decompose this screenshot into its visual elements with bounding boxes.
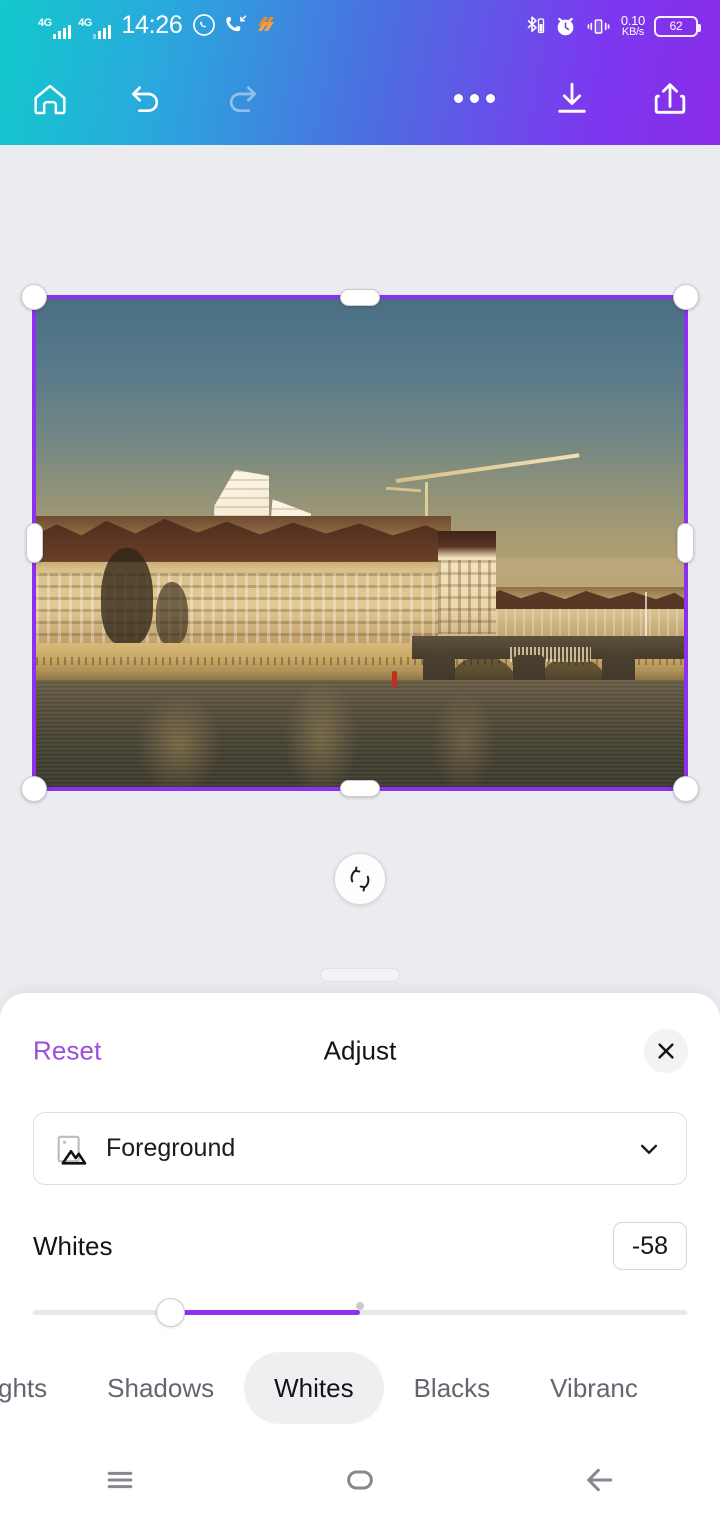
photo-flagpole xyxy=(645,591,648,636)
slider-label: Whites xyxy=(33,1230,113,1261)
share-icon xyxy=(654,82,686,114)
back-nav-button[interactable] xyxy=(480,1440,720,1520)
photo-tree xyxy=(155,582,189,646)
tool-tab-blacks[interactable]: Blacks xyxy=(384,1352,521,1424)
editor-canvas[interactable] xyxy=(0,145,720,993)
missed-call-icon xyxy=(226,15,247,32)
home-button[interactable] xyxy=(22,71,78,127)
tool-tab-whites[interactable]: Whites xyxy=(244,1352,384,1424)
tool-tab-vibrance[interactable]: Vibranc xyxy=(520,1352,668,1424)
editor-toolbar-right xyxy=(446,71,720,127)
sim2-network-label: 4G xyxy=(78,17,92,29)
home-circle-icon xyxy=(347,1470,373,1490)
bluetooth-icon xyxy=(527,16,545,34)
alarm-icon xyxy=(557,17,574,35)
resize-handle-top[interactable] xyxy=(340,289,380,306)
photo-buoy xyxy=(392,670,398,687)
more-options-icon xyxy=(453,94,495,103)
home-nav-button[interactable] xyxy=(240,1440,480,1520)
resize-handle-bottom-left[interactable] xyxy=(21,776,47,802)
status-bar-left: 4G 4G 14:26 xyxy=(0,13,279,39)
vibrate-icon xyxy=(587,18,610,34)
status-bar-clock: 14:26 xyxy=(121,11,183,39)
redo-icon xyxy=(229,85,256,112)
redo-button[interactable] xyxy=(214,71,270,127)
resize-handle-bottom-right[interactable] xyxy=(673,776,699,802)
edited-photo xyxy=(36,299,684,787)
sim2-signal-icon: 4G xyxy=(78,15,112,39)
image-selection-frame[interactable] xyxy=(21,284,699,802)
editor-toolbar-left xyxy=(0,71,270,127)
network-speed-indicator: 0.10 KB/s xyxy=(621,14,645,38)
photo-tree xyxy=(100,547,153,646)
tool-tab-shadows[interactable]: Shadows xyxy=(77,1352,244,1424)
adjustment-tool-tabs[interactable]: ghts Shadows Whites Blacks Vibranc xyxy=(0,1345,720,1431)
share-button[interactable] xyxy=(642,71,698,127)
panel-title: Adjust xyxy=(323,1035,397,1066)
adjust-sheet-header: Reset Adjust xyxy=(0,993,720,1109)
rotate-icon xyxy=(350,866,370,892)
sim1-signal-icon: 4G xyxy=(38,15,72,39)
resize-handle-top-right[interactable] xyxy=(673,284,699,310)
recents-menu-icon xyxy=(107,1471,133,1489)
slider-center-marker xyxy=(356,1301,364,1310)
undo-button[interactable] xyxy=(118,71,174,127)
app-root: 4G 4G 14:26 0.10 KB/s 62 Reset Adjust Fo… xyxy=(0,0,720,1520)
image-layer-icon xyxy=(57,1135,87,1165)
status-bar-right: 0.10 KB/s 62 xyxy=(521,14,720,38)
network-speed-unit: KB/s xyxy=(621,26,644,39)
resize-handle-bottom[interactable] xyxy=(340,780,380,797)
back-arrow-icon xyxy=(587,1468,613,1492)
resize-handle-top-left[interactable] xyxy=(21,284,47,310)
slider-fill xyxy=(170,1310,360,1315)
close-button[interactable] xyxy=(644,1029,688,1073)
resize-handle-left[interactable] xyxy=(26,523,43,563)
sim1-network-label: 4G xyxy=(38,17,52,29)
undo-icon xyxy=(132,85,159,112)
close-icon xyxy=(658,1043,674,1059)
orange-app-icon xyxy=(258,17,275,31)
slider-track-area[interactable] xyxy=(33,1298,687,1327)
battery-indicator: 62 xyxy=(654,15,701,37)
editor-toolbar xyxy=(0,52,720,145)
slider-track[interactable] xyxy=(33,1310,687,1315)
photo-town-buildings xyxy=(36,516,451,644)
system-navigation-bar xyxy=(0,1440,720,1520)
battery-percent-label: 62 xyxy=(669,19,683,33)
recents-button[interactable] xyxy=(0,1440,240,1520)
rotate-button[interactable] xyxy=(334,853,386,905)
whatsapp-icon xyxy=(193,14,216,36)
layer-selector-dropdown[interactable]: Foreground xyxy=(33,1112,687,1185)
layer-selector-label: Foreground xyxy=(106,1134,236,1162)
slider-value-box[interactable]: -58 xyxy=(613,1222,687,1270)
download-button[interactable] xyxy=(544,71,600,127)
slider-header: Whites -58 xyxy=(0,1215,720,1277)
chevron-down-icon xyxy=(640,1144,658,1154)
status-bar: 4G 4G 14:26 0.10 KB/s 62 xyxy=(0,0,720,52)
tool-tab-highlights[interactable]: ghts xyxy=(0,1352,77,1424)
slider-thumb[interactable] xyxy=(155,1298,185,1327)
photo-tall-building xyxy=(437,530,497,644)
network-speed-value: 0.10 xyxy=(620,12,645,28)
more-options-button[interactable] xyxy=(446,71,502,127)
adjustment-slider-block: Whites -58 xyxy=(0,1215,720,1327)
home-icon xyxy=(34,84,66,114)
resize-handle-right[interactable] xyxy=(677,523,694,563)
bottom-sheet-drag-handle[interactable] xyxy=(320,968,400,982)
photo-river xyxy=(36,679,684,787)
download-icon xyxy=(558,82,586,113)
